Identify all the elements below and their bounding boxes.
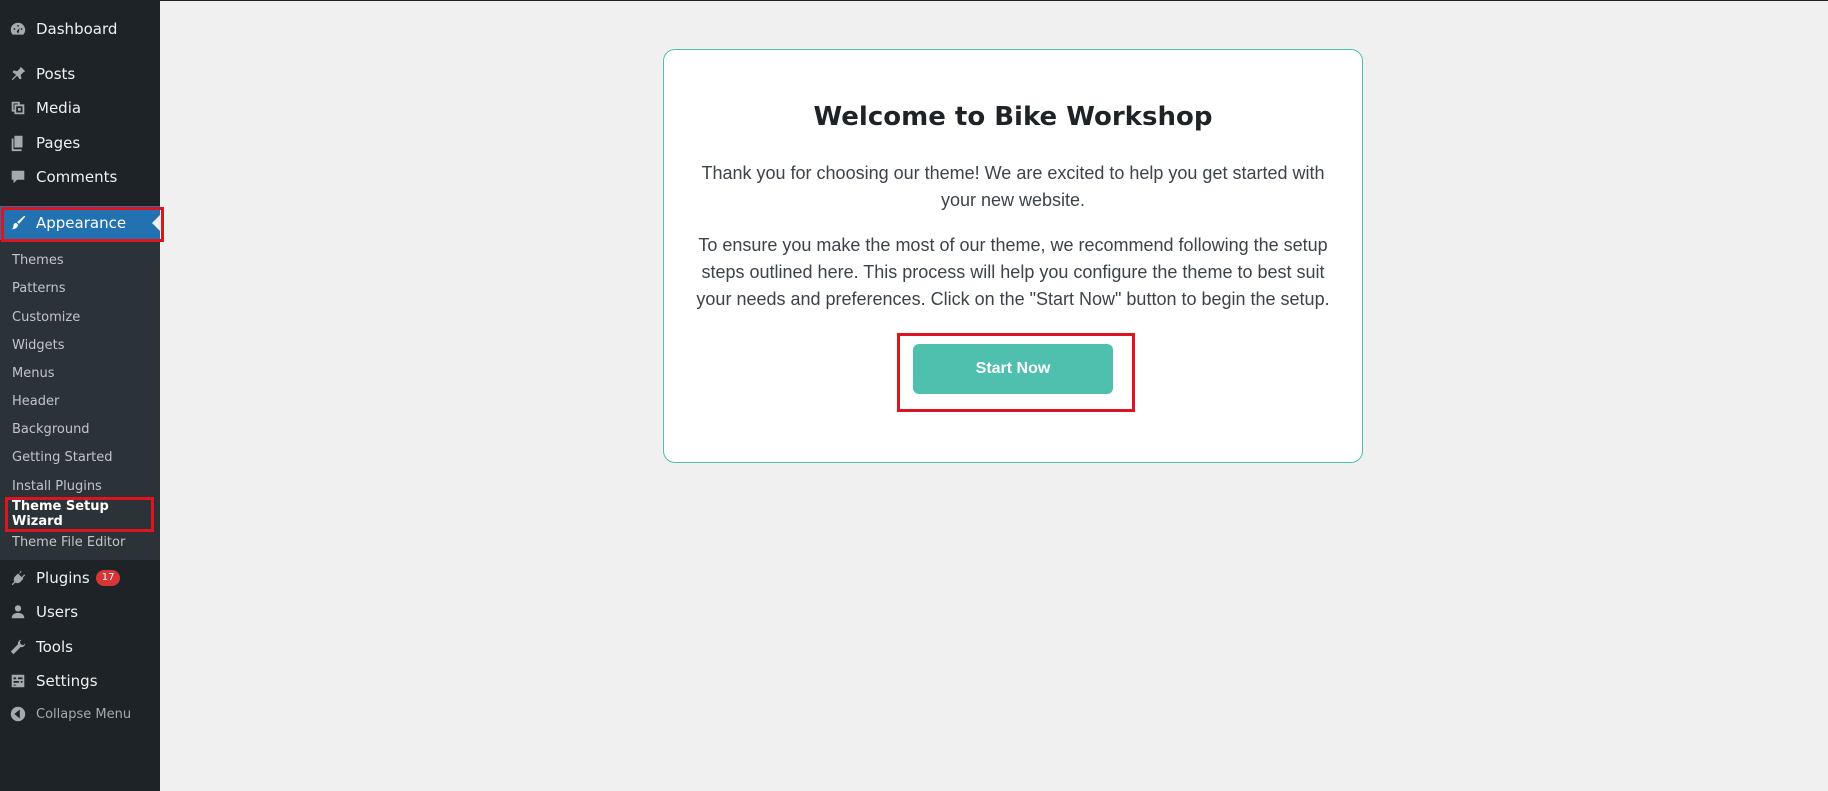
sidebar-item-pages[interactable]: Pages (0, 126, 160, 160)
sidebar-item-users[interactable]: Users (0, 595, 160, 629)
submenu-item-theme-file-editor[interactable]: Theme File Editor (0, 530, 160, 554)
submenu-item-theme-setup-wizard[interactable]: Theme Setup Wizard (0, 499, 160, 529)
collapse-menu-button[interactable]: Collapse Menu (0, 697, 160, 731)
sidebar-item-comments[interactable]: Comments (0, 160, 160, 194)
sidebar-item-label: Appearance (36, 214, 127, 232)
sidebar-item-label: Dashboard (36, 20, 118, 38)
sidebar-item-label: Plugins (36, 569, 90, 587)
sidebar-item-label: Media (36, 99, 82, 117)
submenu-item-install-plugins[interactable]: Install Plugins (0, 474, 160, 498)
dashboard-icon (8, 19, 28, 39)
sidebar-item-media[interactable]: Media (0, 91, 160, 125)
welcome-title: Welcome to Bike Workshop (813, 102, 1213, 132)
sidebar-item-label: Users (36, 603, 79, 621)
submenu-item-themes[interactable]: Themes (0, 248, 160, 272)
submenu-item-background[interactable]: Background (0, 417, 160, 441)
collapse-icon (8, 704, 28, 724)
paintbrush-icon (8, 213, 28, 233)
submenu-item-header[interactable]: Header (0, 389, 160, 413)
sidebar-item-label: Settings (36, 672, 98, 690)
welcome-intro-text: Thank you for choosing our theme! We are… (701, 163, 1325, 210)
sidebar-item-dashboard[interactable]: Dashboard (0, 12, 160, 46)
submenu-item-customize[interactable]: Customize (0, 305, 160, 329)
submenu-item-getting-started[interactable]: Getting Started (0, 445, 160, 469)
welcome-card: Welcome to Bike Workshop Thank you for c… (663, 49, 1363, 463)
media-icon (8, 98, 28, 118)
sidebar-item-appearance[interactable]: Appearance (0, 206, 160, 240)
start-now-button[interactable]: Start Now (913, 344, 1113, 394)
admin-sidebar: Dashboard Posts Media Pages Comments App… (0, 0, 160, 791)
sidebar-item-label: Comments (36, 168, 118, 186)
wrench-icon (8, 637, 28, 657)
submenu-item-widgets[interactable]: Widgets (0, 333, 160, 357)
pages-icon (8, 133, 28, 153)
sidebar-item-tools[interactable]: Tools (0, 630, 160, 664)
sidebar-item-label: Tools (36, 638, 73, 656)
comment-icon (8, 167, 28, 187)
top-divider (160, 0, 1828, 1)
sidebar-item-label: Posts (36, 65, 76, 83)
user-icon (8, 602, 28, 622)
plug-icon (8, 568, 28, 588)
appearance-submenu: Themes Patterns Customize Widgets Menus … (0, 240, 160, 560)
pin-icon (8, 64, 28, 84)
welcome-instructions-text: To ensure you make the most of our theme… (696, 235, 1330, 309)
plugins-update-badge: 17 (95, 570, 121, 586)
sidebar-item-label: Collapse Menu (36, 706, 132, 722)
settings-icon (8, 671, 28, 691)
submenu-item-menus[interactable]: Menus (0, 361, 160, 385)
sidebar-item-settings[interactable]: Settings (0, 664, 160, 698)
sidebar-item-plugins[interactable]: Plugins 17 (0, 561, 160, 595)
active-indicator (152, 215, 160, 231)
submenu-item-patterns[interactable]: Patterns (0, 276, 160, 300)
sidebar-item-label: Pages (36, 134, 81, 152)
sidebar-item-posts[interactable]: Posts (0, 57, 160, 91)
